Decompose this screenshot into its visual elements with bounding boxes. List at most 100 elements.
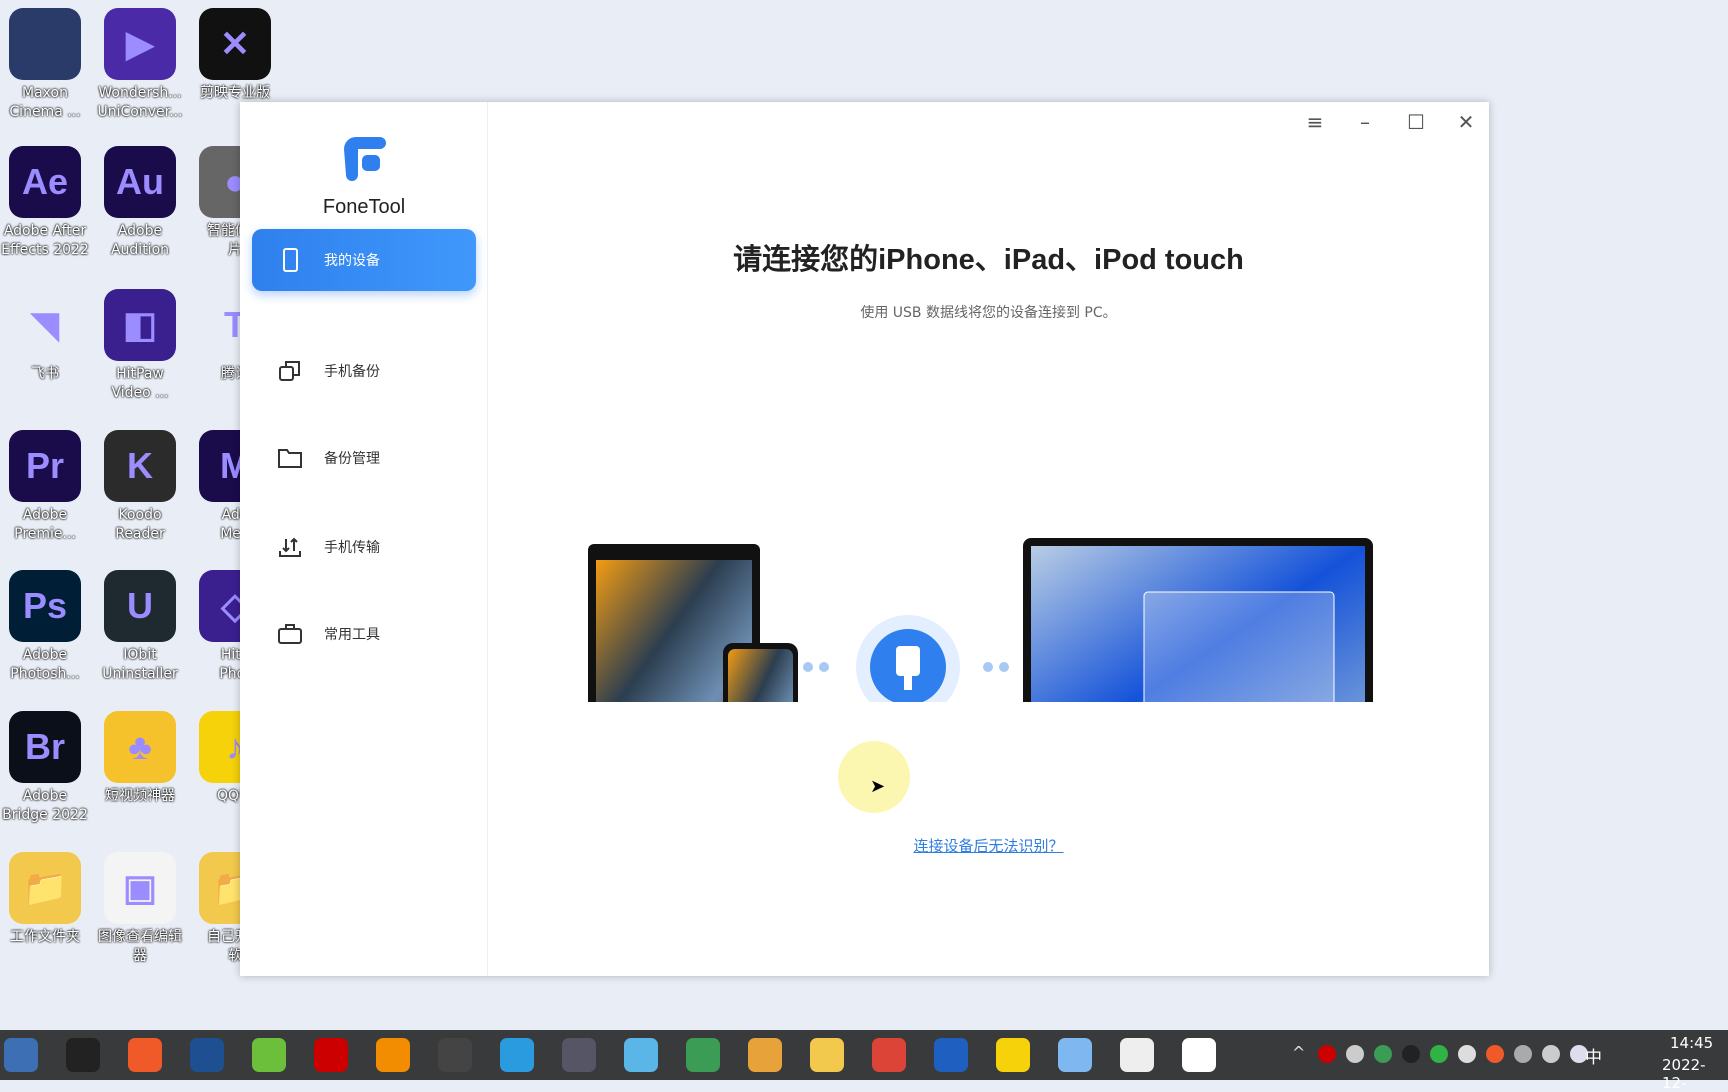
sidebar-item-label: 手机传输 [324,540,380,556]
clock-time[interactable]: 14:45 [1670,1034,1713,1052]
phone-icon [283,248,298,272]
taskbar-app-icon[interactable] [624,1038,658,1072]
app-icon: U [104,570,176,642]
desktop-icon[interactable]: ▣ 图像查看编辑 器 [92,852,188,966]
taskbar-app-icon[interactable] [4,1038,38,1072]
fonetool-logo [344,137,386,181]
app-icon: ▣ [104,852,176,924]
desktop-icon-label: Adobe Audition [110,223,170,258]
tray-expand-icon[interactable]: ^ [1292,1043,1305,1062]
mouse-cursor-icon: ➤ [870,776,886,797]
desktop-icon-label: Maxon Cinema ... [9,85,81,120]
taskbar-app-icon[interactable] [66,1038,100,1072]
desktop-icon[interactable]: 📁 工作文件夹 [0,852,93,947]
desktop-icon[interactable]: Ae Adobe After Effects 2022 [0,146,93,260]
taskbar-app-icon[interactable] [252,1038,286,1072]
sidebar-item-label: 备份管理 [324,451,380,467]
desktop-icon[interactable]: ▶ Wondersh... UniConver... [92,8,188,122]
taskbar-app-icon[interactable] [438,1038,472,1072]
page-title: 请连接您的iPhone、iPad、iPod touch [733,244,1244,276]
desktop-icon[interactable]: Br Adobe Bridge 2022 [0,711,93,825]
app-icon: ◥ [9,289,81,361]
desktop-icon-label: Koodo Reader [115,507,165,542]
app-icon: Ae [9,146,81,218]
tray-icon[interactable] [1514,1045,1532,1063]
taskbar-app-icon[interactable] [996,1038,1030,1072]
tray-icon[interactable] [1542,1045,1560,1063]
taskbar-app-icon[interactable] [376,1038,410,1072]
desktop-icon-label: HitPaw Video ... [111,366,169,401]
sidebar-item[interactable]: 备份管理 [252,427,476,489]
app-icon: Pr [9,430,81,502]
app-icon: ▶ [104,8,176,80]
page-subtitle: 使用 USB 数据线将您的设备连接到 PC。 [860,305,1117,321]
tray-icon[interactable] [1458,1045,1476,1063]
taskbar-app-icon[interactable] [1058,1038,1092,1072]
desktop-icon-label: Wondersh... UniConver... [97,85,183,120]
app-icon [9,8,81,80]
taskbar-app-icon[interactable] [748,1038,782,1072]
tray-icon[interactable] [1402,1045,1420,1063]
desktop-icon[interactable]: U IObit Uninstaller [92,570,188,684]
desktop-icon[interactable]: ✕ 剪映专业版 [187,8,283,103]
taskbar-app-icon[interactable] [128,1038,162,1072]
copy-icon [279,361,300,381]
desktop-icon-label: IObit Uninstaller [102,647,178,682]
desktop-icon-label: 图像查看编辑 器 [98,929,182,964]
desktop-icon[interactable]: Pr Adobe Premie... [0,430,93,544]
desktop-icon-label: Adobe Bridge 2022 [2,788,88,823]
taskbar-app-icon[interactable] [562,1038,596,1072]
desktop-icon[interactable]: ◧ HitPaw Video ... [92,289,188,403]
taskbar-app-icon[interactable] [500,1038,534,1072]
taskbar-app-icon[interactable] [686,1038,720,1072]
help-link[interactable]: 连接设备后无法识别？ [488,835,1489,856]
clock-date[interactable]: 2022-12- [1662,1056,1728,1092]
desktop-icon-label: 飞书 [31,366,59,382]
sidebar-item[interactable]: 常用工具 [252,603,476,665]
app-icon: ♣ [104,711,176,783]
desktop-icon[interactable]: Maxon Cinema ... [0,8,93,122]
app-icon: ◧ [104,289,176,361]
desktop-icon-label: 短视频神器 [105,788,175,804]
taskbar-app-icon[interactable] [934,1038,968,1072]
desktop-icon[interactable]: Au Adobe Audition [92,146,188,260]
tray-icon[interactable] [1374,1045,1392,1063]
transfer-icon [279,537,301,557]
desktop-icon-label: Adobe After Effects 2022 [1,223,89,258]
taskbar-app-icon[interactable] [190,1038,224,1072]
desktop-icon[interactable]: K Koodo Reader [92,430,188,544]
taskbar-app-icon[interactable] [1120,1038,1154,1072]
taskbar-app-icon[interactable] [872,1038,906,1072]
tray-icon[interactable] [1486,1045,1504,1063]
sidebar-item[interactable]: 手机备份 [252,340,476,402]
toolbox-icon [278,624,302,644]
tray-icon[interactable] [1318,1045,1336,1063]
app-icon: 📁 [9,852,81,924]
app-icon: Br [9,711,81,783]
desktop-icon[interactable]: ♣ 短视频神器 [92,711,188,806]
desktop-icon-label: 剪映专业版 [200,85,270,101]
app-icon: K [104,430,176,502]
tray-icon[interactable] [1430,1045,1448,1063]
close-icon[interactable]: ✕ [1451,110,1481,134]
desktop-icon-label: Adobe Premie... [14,507,76,542]
sidebar-item[interactable]: 手机传输 [252,516,476,578]
app-icon: Au [104,146,176,218]
desktop-icon-label: Adobe Photosh... [10,647,80,682]
sidebar-item-label: 我的设备 [324,253,380,269]
taskbar-app-icon[interactable] [314,1038,348,1072]
ime-indicator[interactable]: 中 [1585,1043,1602,1068]
desktop-icon[interactable]: Ps Adobe Photosh... [0,570,93,684]
taskbar-app-icon[interactable] [1182,1038,1216,1072]
taskbar-app-icon[interactable] [810,1038,844,1072]
app-icon: ✕ [199,8,271,80]
menu-icon[interactable]: ≡ [1300,110,1330,134]
desktop-icon[interactable]: ◥ 飞书 [0,289,93,384]
tray-icon[interactable] [1346,1045,1364,1063]
minimize-icon[interactable]: – [1350,110,1380,134]
sidebar-item[interactable]: 我的设备 [252,229,476,291]
iphone-image [723,643,798,702]
desktop-icon-label: 工作文件夹 [10,929,80,945]
maximize-icon[interactable]: ☐ [1401,110,1431,134]
fonetool-window: FoneTool 我的设备 手机备份 备份管理 手机传输 常用工具 ≡ – ☐ ✕ 请连… [240,102,1489,976]
